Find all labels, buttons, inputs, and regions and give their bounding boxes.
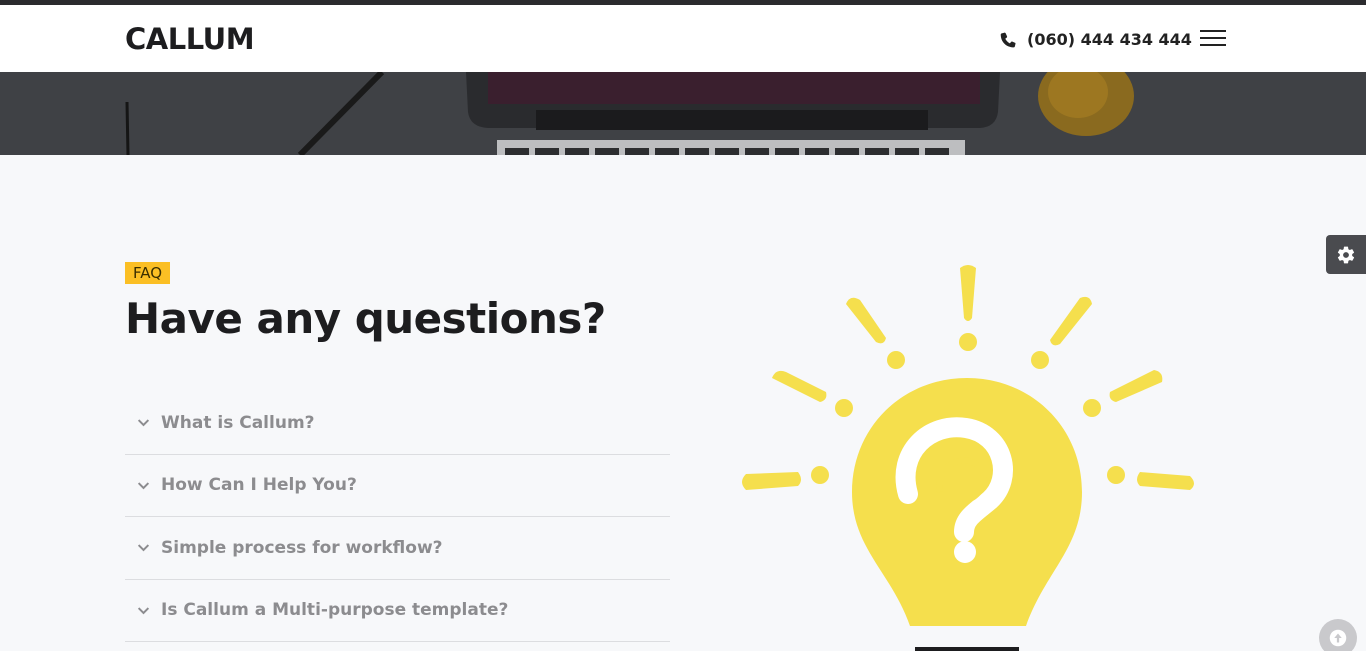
arrow-up-icon	[1329, 629, 1347, 647]
phone-icon	[999, 30, 1018, 49]
hero-image-band	[0, 72, 1366, 155]
chevron-down-icon	[137, 482, 150, 490]
site-header: CALLUM (060) 444 434 444	[0, 5, 1366, 72]
faq-question: Simple process for workflow?	[161, 537, 443, 558]
chevron-down-icon	[137, 544, 150, 552]
scroll-to-top-button[interactable]	[1319, 619, 1357, 651]
faq-question: How Can I Help You?	[161, 475, 357, 496]
faq-question: Is Callum a Multi-purpose template?	[161, 600, 509, 621]
phone-number: (060) 444 434 444	[1027, 29, 1192, 49]
faq-item[interactable]: Is Callum a Multi-purpose template?	[125, 580, 670, 642]
faq-accordion: What is Callum? How Can I Help You? Simp…	[125, 392, 670, 642]
settings-toggle[interactable]	[1326, 235, 1366, 274]
faq-title: Have any questions?	[125, 294, 606, 343]
faq-badge: FAQ	[125, 262, 171, 284]
faq-item[interactable]: Simple process for workflow?	[125, 517, 670, 580]
chevron-down-icon	[137, 419, 150, 427]
chevron-down-icon	[137, 607, 150, 615]
faq-item[interactable]: How Can I Help You?	[125, 455, 670, 517]
phone-contact[interactable]: (060) 444 434 444	[999, 27, 1192, 51]
faq-question: What is Callum?	[161, 412, 315, 433]
gear-icon	[1337, 246, 1355, 263]
lightbulb-question-icon	[742, 265, 1194, 651]
hamburger-menu-icon[interactable]	[1200, 29, 1226, 47]
faq-item[interactable]: What is Callum?	[125, 392, 670, 455]
site-logo[interactable]: CALLUM	[125, 22, 255, 56]
